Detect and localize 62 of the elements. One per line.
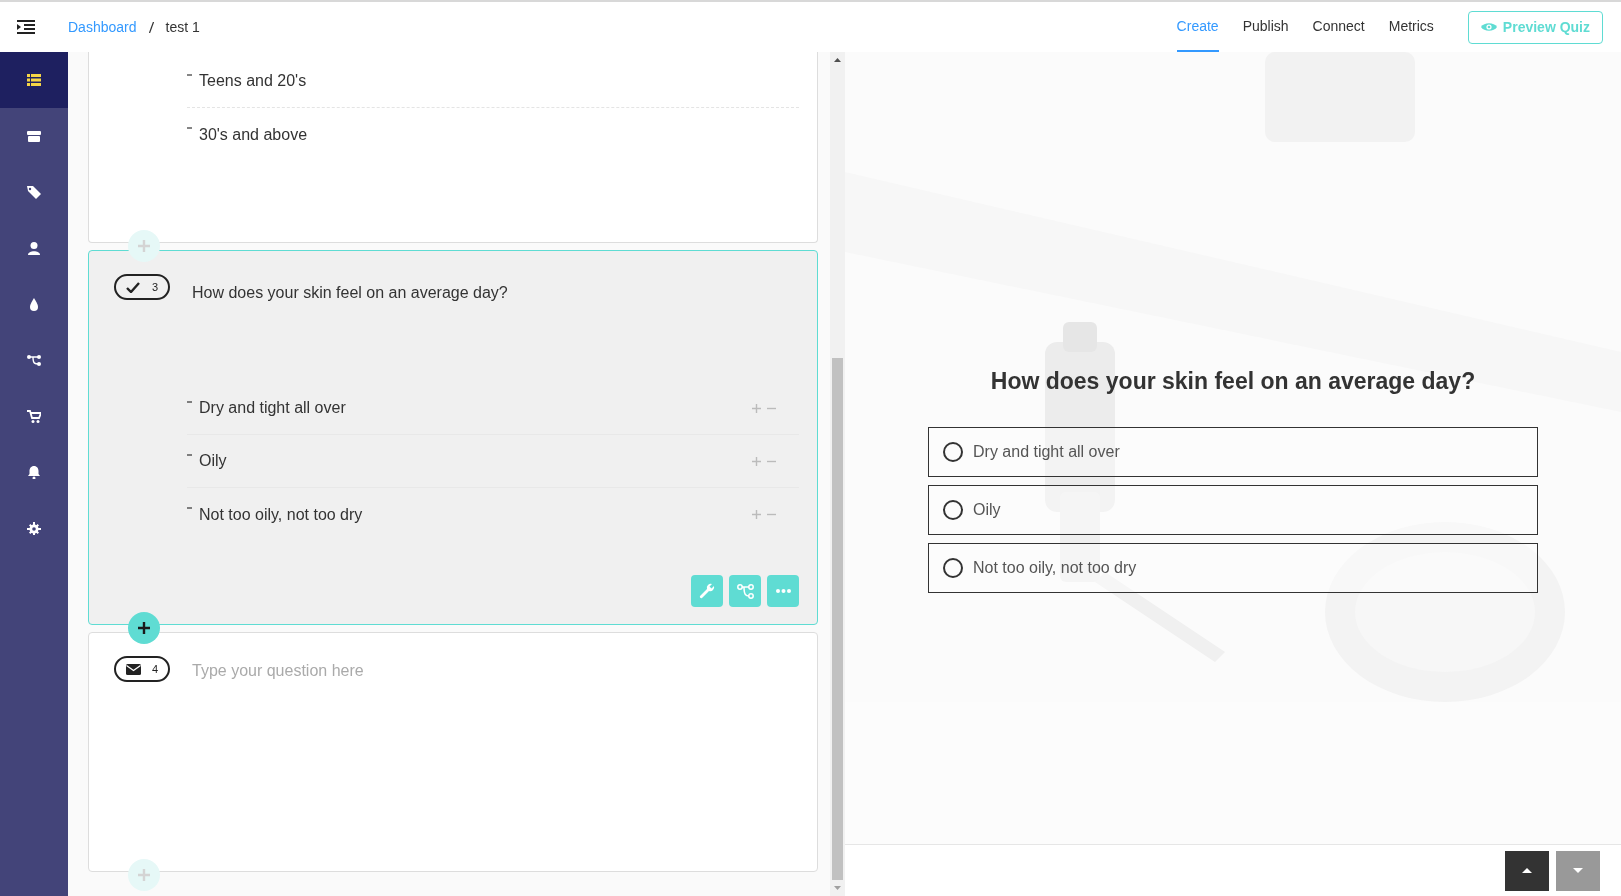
caret-up-icon	[1522, 868, 1532, 873]
more-button[interactable]	[767, 575, 799, 607]
dash-icon	[187, 454, 192, 456]
dash-icon	[187, 507, 192, 509]
question-number-badge[interactable]: 3	[114, 274, 170, 300]
menu-icon[interactable]	[17, 20, 35, 34]
answer-choice[interactable]: Oily	[928, 484, 1538, 535]
sidebar-item[interactable]	[0, 52, 68, 108]
envelope-icon	[126, 663, 141, 675]
plus-icon	[138, 240, 150, 252]
scrollbar[interactable]	[830, 52, 845, 896]
add-icon[interactable]	[752, 510, 761, 519]
breadcrumb-current: test 1	[165, 17, 200, 37]
caret-up-icon[interactable]	[834, 58, 841, 62]
answer-option[interactable]: 30's and above	[199, 122, 308, 147]
add-icon[interactable]	[752, 456, 761, 466]
question-card[interactable]: Teens and 20's 30's and above	[88, 52, 818, 243]
radio-button[interactable]	[943, 557, 963, 578]
preview-question: How does your skin feel on an average day?	[990, 367, 1476, 396]
check-icon	[126, 281, 140, 293]
list-icon	[27, 73, 41, 87]
answer-choice[interactable]: Dry and tight all over	[928, 426, 1538, 477]
slash-icon	[148, 21, 154, 33]
dash-icon	[187, 401, 192, 403]
answer-option[interactable]: Not too oily, not too dry	[199, 502, 363, 527]
more-icon	[775, 589, 791, 593]
user-icon	[27, 241, 41, 255]
box-icon	[27, 129, 41, 143]
caret-down-icon	[1573, 868, 1583, 873]
question-field[interactable]: Type your question here	[192, 659, 692, 683]
plus-icon	[138, 869, 150, 881]
plus-icon	[138, 622, 150, 634]
answer-choice[interactable]: Not too oily, not too dry	[928, 542, 1538, 593]
question-card[interactable]: 3 How does your skin feel on an average day? Dry and tight all over Oily Not too oily, not too dry	[88, 250, 818, 625]
answer-option[interactable]: Oily	[199, 449, 227, 473]
drop-icon	[27, 297, 41, 311]
dash-icon	[187, 127, 192, 129]
nav-tab[interactable]: Publish	[1242, 2, 1289, 52]
question-text[interactable]: How does your skin feel on an average day?	[192, 281, 508, 305]
answer-option[interactable]: Teens and 20's	[199, 69, 307, 93]
answer-option[interactable]: Dry and tight all over	[199, 396, 346, 420]
tag-icon	[27, 185, 41, 199]
eye-icon	[1480, 22, 1497, 32]
wrench-icon	[698, 582, 716, 600]
next-button[interactable]	[1556, 850, 1600, 891]
nav-tab[interactable]: Metrics	[1388, 2, 1434, 52]
previous-button[interactable]	[1505, 850, 1549, 891]
cart-icon	[27, 409, 41, 423]
logic-button[interactable]	[729, 575, 761, 607]
radio-button[interactable]	[943, 499, 963, 520]
add-icon[interactable]	[752, 403, 761, 413]
radio-button[interactable]	[943, 441, 963, 462]
caret-down-icon[interactable]	[834, 886, 841, 890]
tool-button[interactable]	[691, 575, 723, 607]
question-card[interactable]: 4 Type your question here	[88, 632, 818, 872]
bell-icon	[27, 465, 41, 479]
dash-icon	[187, 74, 192, 76]
nodes-icon	[27, 353, 41, 367]
question-number-badge[interactable]: 4	[114, 656, 170, 682]
settings-icon	[27, 521, 41, 535]
nodes-icon	[736, 582, 754, 600]
nav-tab[interactable]: Connect	[1312, 2, 1365, 52]
